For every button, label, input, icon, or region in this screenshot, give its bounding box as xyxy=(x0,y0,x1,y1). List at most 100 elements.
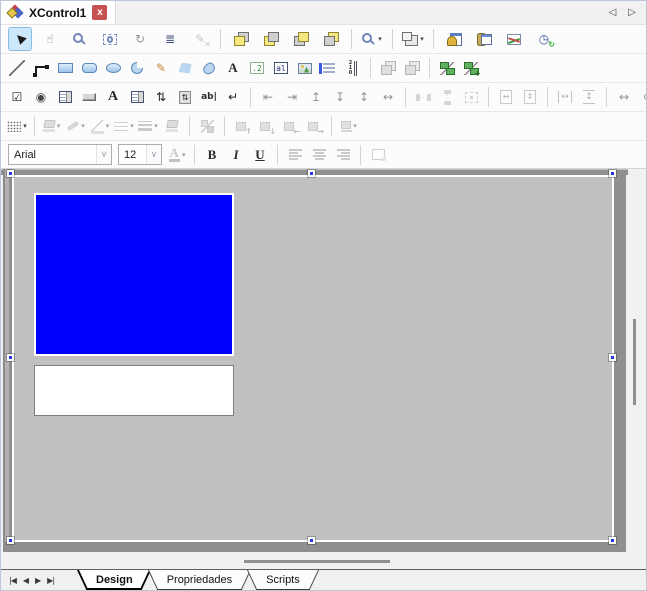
font-color-button[interactable]: A▾ xyxy=(166,143,188,167)
rotate-handle-button[interactable]: ↺ xyxy=(637,85,647,109)
line-tool-button[interactable] xyxy=(6,56,28,80)
selection-handle-top-left[interactable] xyxy=(7,170,14,177)
nudge-up-button[interactable]: ↑ xyxy=(231,114,253,138)
align-center-vertical-button[interactable]: ↕ xyxy=(353,85,375,109)
selection-handle-bottom-left[interactable] xyxy=(7,537,14,544)
ungroup-button[interactable] xyxy=(401,56,423,80)
close-tab-button[interactable]: x xyxy=(92,5,107,20)
pencil-tool-button[interactable]: ✎ xyxy=(150,56,172,80)
line-style-button[interactable]: ▾ xyxy=(113,114,135,138)
fill-pattern-button[interactable] xyxy=(161,114,183,138)
sheet-tab-scripts[interactable]: Scripts xyxy=(247,570,319,590)
align-right-button[interactable]: ⇥ xyxy=(281,85,303,109)
selection-handle-top-right[interactable] xyxy=(609,170,616,177)
line-width-button[interactable]: ▾ xyxy=(137,114,159,138)
same-height-button[interactable]: ↕ xyxy=(519,85,541,109)
center-in-window-button[interactable] xyxy=(460,85,482,109)
space-horizontally-button[interactable] xyxy=(412,85,434,109)
ellipse-tool-button[interactable] xyxy=(102,56,124,80)
text-field-button[interactable]: al xyxy=(270,56,292,80)
design-page[interactable] xyxy=(12,175,614,542)
text-align-right-button[interactable] xyxy=(332,143,354,167)
underline-button[interactable]: U xyxy=(249,143,271,167)
wordwrap-button[interactable]: ↵ xyxy=(222,85,244,109)
previous-page-button[interactable]: ◀ xyxy=(23,576,28,585)
sheet-tab-design[interactable]: Design xyxy=(77,570,152,590)
checkbox-control-button[interactable]: ☑ xyxy=(6,85,28,109)
bring-to-front-button[interactable] xyxy=(229,27,253,51)
next-page-button[interactable]: ▶ xyxy=(35,576,40,585)
set-height-button[interactable]: ↕ xyxy=(578,85,600,109)
opacity-button[interactable] xyxy=(196,114,218,138)
zoom-tool-button[interactable] xyxy=(68,27,92,51)
label-control-button[interactable]: A xyxy=(102,85,124,109)
scroll-tabs-right-button[interactable]: ▷ xyxy=(628,7,636,18)
radio-control-button[interactable]: ◉ xyxy=(30,85,52,109)
align-left-button[interactable]: ⇤ xyxy=(257,85,279,109)
line-color-button[interactable]: ▾ xyxy=(89,114,111,138)
nudge-left-button[interactable]: ← xyxy=(279,114,301,138)
selection-handle-middle-right[interactable] xyxy=(609,354,616,361)
white-rectangle-object[interactable] xyxy=(34,365,234,416)
chart-wizard-button[interactable] xyxy=(502,27,526,51)
horizontal-scrollbar-thumb[interactable] xyxy=(244,560,390,563)
edit-points-button[interactable]: ✎✕ xyxy=(188,27,212,51)
edit-control-button[interactable]: ab| xyxy=(198,85,220,109)
same-width-button[interactable]: ↔ xyxy=(495,85,517,109)
document-tab-xcontrol1[interactable]: XControl1 x xyxy=(1,1,116,24)
rectangle-tool-button[interactable] xyxy=(54,56,76,80)
last-page-button[interactable]: ▶| xyxy=(47,576,54,585)
fill-color-button[interactable]: ▾ xyxy=(41,114,63,138)
align-top-button[interactable]: ↥ xyxy=(305,85,327,109)
link-add-button[interactable]: + xyxy=(460,56,482,80)
numeric-field-button[interactable]: .2 xyxy=(246,56,268,80)
vertical-scrollbar-thumb[interactable] xyxy=(633,319,636,405)
align-center-horizontal-button[interactable]: ↔ xyxy=(377,85,399,109)
italic-button[interactable]: I xyxy=(225,143,247,167)
sheet-tab-propriedades[interactable]: Propriedades xyxy=(148,570,251,590)
move-handle-button[interactable]: ↔ xyxy=(613,85,635,109)
field-list-button[interactable] xyxy=(318,56,340,80)
grid-toggle-button[interactable]: ▾ xyxy=(6,114,28,138)
combobox-control-button[interactable] xyxy=(126,85,148,109)
design-canvas-area[interactable] xyxy=(1,169,646,569)
text-align-center-button[interactable] xyxy=(308,143,330,167)
rotate-tool-button[interactable]: ↻ xyxy=(128,27,152,51)
schedule-refresh-button[interactable]: ◷↻ xyxy=(532,27,556,51)
selection-handle-middle-left[interactable] xyxy=(7,354,14,361)
link-objects-button[interactable] xyxy=(436,56,458,80)
send-backward-button[interactable] xyxy=(319,27,343,51)
space-vertically-button[interactable] xyxy=(436,85,458,109)
nudge-right-button[interactable]: → xyxy=(303,114,325,138)
polyline-tool-button[interactable] xyxy=(30,56,52,80)
closed-curve-tool-button[interactable] xyxy=(198,56,220,80)
button-control-button[interactable] xyxy=(78,85,100,109)
selection-handle-bottom-right[interactable] xyxy=(609,537,616,544)
first-page-button[interactable]: |◀ xyxy=(9,576,16,585)
ruler-button[interactable]: 2 1 0 xyxy=(342,56,364,80)
selection-handle-top-middle[interactable] xyxy=(308,170,315,177)
scroll-tabs-left-button[interactable]: ◁ xyxy=(609,7,617,18)
rounded-rectangle-tool-button[interactable] xyxy=(78,56,100,80)
text-frame-button[interactable] xyxy=(367,143,389,167)
text-tool-button[interactable]: A xyxy=(222,56,244,80)
zoom-region-tool-button[interactable] xyxy=(98,27,122,51)
dialog-wizard-button[interactable] xyxy=(442,27,466,51)
data-table-button[interactable] xyxy=(472,27,496,51)
listbox-control-button[interactable] xyxy=(54,85,76,109)
align-bottom-button[interactable]: ↧ xyxy=(329,85,351,109)
z-order-list-button[interactable]: ≣ xyxy=(158,27,182,51)
pie-tool-button[interactable] xyxy=(126,56,148,80)
bring-forward-button[interactable] xyxy=(289,27,313,51)
image-tool-button[interactable] xyxy=(294,56,316,80)
zoom-menu-button[interactable]: ▾ xyxy=(360,27,384,51)
text-align-left-button[interactable] xyxy=(284,143,306,167)
blue-rectangle-object[interactable] xyxy=(34,193,234,356)
position-menu-button[interactable]: ▾ xyxy=(338,114,360,138)
pointer-tool-button[interactable]: ▶ xyxy=(8,27,32,51)
hand-tool-button[interactable]: ☝ xyxy=(38,27,62,51)
bold-button[interactable]: B xyxy=(201,143,223,167)
group-button[interactable] xyxy=(377,56,399,80)
font-size-combo[interactable]: 12∨ xyxy=(118,144,162,165)
set-width-button[interactable]: ↔ xyxy=(554,85,576,109)
